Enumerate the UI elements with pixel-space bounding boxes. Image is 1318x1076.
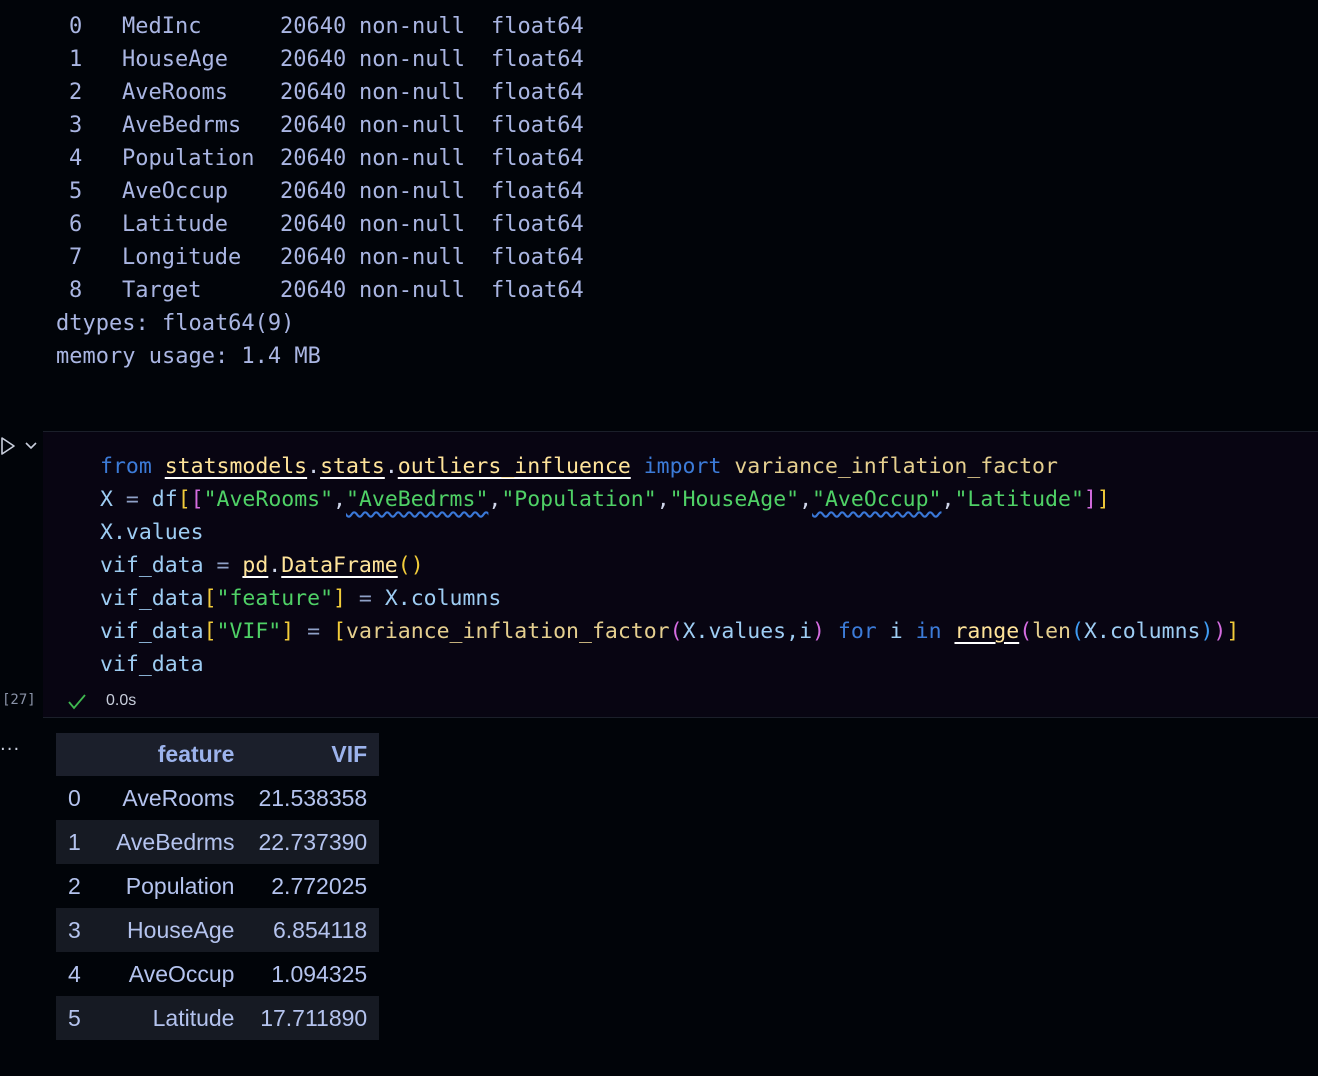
code-line-6: vif_data["VIF"] = [variance_inflation_fa… <box>100 619 1240 644</box>
code-line-4: vif_data = pd.DataFrame() <box>100 553 424 578</box>
output-more-actions-button[interactable]: ... <box>0 734 20 755</box>
table-row: 5 Latitude 17.711890 <box>56 996 380 1040</box>
info-row: 0 MedInc 20640 non-null float64 <box>69 14 584 39</box>
feature-cell: AveRooms <box>122 784 235 811</box>
table-row: 0 AveRooms 21.538358 <box>56 776 379 820</box>
code-line-7: vif_data <box>100 652 204 677</box>
info-row: 8 Target 20640 non-null float64 <box>69 278 584 303</box>
code-line-3: X.values <box>100 520 204 545</box>
table-header-row: feature VIF <box>56 733 380 776</box>
row-index: 2 <box>68 872 81 899</box>
vif-cell: 17.711890 <box>246 996 380 1040</box>
row-index: 5 <box>56 996 104 1040</box>
feature-cell: Latitude <box>104 996 247 1040</box>
code-line-5: vif_data["feature"] = X.columns <box>100 586 502 611</box>
info-row: 1 HouseAge 20640 non-null float64 <box>69 47 584 72</box>
vif-cell: 1.094325 <box>271 960 368 987</box>
code-editor-lines[interactable]: from statsmodels.stats.outliers_influenc… <box>100 450 1239 681</box>
info-row: 5 AveOccup 20640 non-null float64 <box>69 179 584 204</box>
chevron-down-icon[interactable] <box>24 440 38 452</box>
table-row: 3 HouseAge 6.854118 <box>56 908 380 952</box>
info-row: 4 Population 20640 non-null float64 <box>69 146 584 171</box>
vif-cell: 21.538358 <box>258 784 368 811</box>
info-row: 2 AveRooms 20640 non-null float64 <box>69 80 584 105</box>
execution-count: [27] <box>2 692 36 708</box>
row-index: 4 <box>68 960 81 987</box>
info-row: 3 AveBedrms 20640 non-null float64 <box>69 113 584 138</box>
feature-cell: HouseAge <box>104 908 247 952</box>
cell-run-gutter <box>0 436 42 458</box>
vif-cell: 22.737390 <box>246 820 380 864</box>
memory-usage-line: memory usage: 1.4 MB <box>56 344 321 369</box>
dtypes-line: dtypes: float64(9) <box>56 311 295 336</box>
vif-cell: 2.772025 <box>271 872 368 899</box>
table-row: 1 AveBedrms 22.737390 <box>56 820 380 864</box>
feature-cell: Population <box>125 872 235 899</box>
code-line-1: from statsmodels.stats.outliers_influenc… <box>100 454 1058 479</box>
check-icon <box>68 694 86 710</box>
info-row: 7 Longitude 20640 non-null float64 <box>69 245 584 270</box>
row-index: 3 <box>56 908 104 952</box>
execution-time: 0.0s <box>106 692 137 709</box>
feature-column-header: feature <box>104 733 247 776</box>
code-line-2: X = df[["AveRooms","AveBedrms","Populati… <box>100 487 1110 512</box>
index-header <box>56 733 104 776</box>
row-index: 1 <box>56 820 104 864</box>
vif-column-header: VIF <box>246 733 380 776</box>
vif-cell: 6.854118 <box>246 908 380 952</box>
feature-cell: AveBedrms <box>104 820 247 864</box>
table-row: 2 Population 2.772025 <box>56 864 379 908</box>
feature-cell: AveOccup <box>128 960 235 987</box>
vif-dataframe-table: feature VIF 0 AveRooms 21.538358 1 AveBe… <box>56 733 380 1040</box>
run-cell-icon[interactable] <box>0 436 16 456</box>
info-row: 6 Latitude 20640 non-null float64 <box>69 212 584 237</box>
table-row: 4 AveOccup 1.094325 <box>56 952 379 996</box>
row-index: 0 <box>68 784 81 811</box>
code-cell-editor[interactable]: from statsmodels.stats.outliers_influenc… <box>43 431 1318 718</box>
info-text-output: 0 MedInc 20640 non-null float64 1 HouseA… <box>56 10 584 373</box>
